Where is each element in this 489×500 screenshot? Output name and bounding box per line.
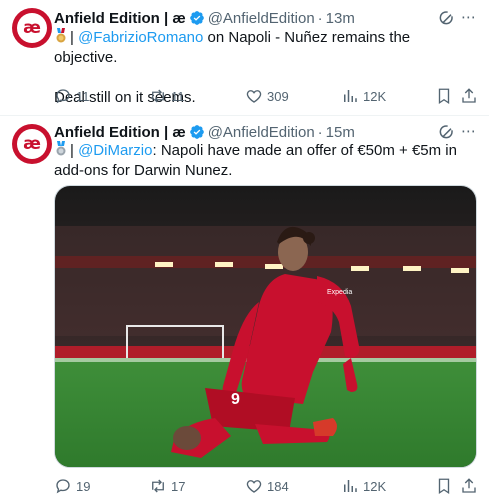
separator-dot: · [317,123,323,141]
anfield-edition-avatar-icon: æ [17,13,47,43]
bookmark-icon [438,478,450,495]
author-name[interactable]: Anfield Edition | æ [54,124,186,141]
tweet-1[interactable]: æ Anfield Edition | æ @AnfieldEdition · … [0,0,489,118]
verified-badge-icon [189,125,204,139]
grok-icon[interactable] [436,8,456,28]
verified-badge-icon [189,11,204,25]
grok-icon[interactable] [436,122,456,142]
more-options-icon[interactable]: ⋯ [459,122,479,142]
share-button[interactable] [460,476,478,496]
views-chart-icon [344,480,357,492]
avatar[interactable]: æ [12,8,52,48]
bookmark-icon [438,88,450,105]
reply-count: 19 [76,478,91,494]
share-button[interactable] [460,86,478,106]
repost-button[interactable]: 11 [149,86,185,106]
silver-medal-emoji-icon [56,141,66,156]
reply-button[interactable]: 19 [54,476,90,496]
avatar[interactable]: æ [12,124,52,164]
timestamp[interactable]: 13m [326,10,355,27]
like-button[interactable]: 309 [245,86,289,106]
jersey-sponsor: Expedia [327,289,352,296]
author-name[interactable]: Anfield Edition | æ [54,10,186,27]
reply-button[interactable]: 11 [54,86,90,106]
text-prefix: | [70,142,79,159]
repost-button[interactable]: 17 [149,476,185,496]
photo-image: 9 Expedia [55,186,476,467]
views-button[interactable]: 12K [341,86,386,106]
bookmark-button[interactable] [435,86,453,106]
like-button[interactable]: 184 [245,476,289,496]
share-icon [462,478,476,493]
tweet-text: | @DiMarzio: Napoli have made an offer o… [54,141,476,181]
tweet-header: Anfield Edition | æ @AnfieldEdition · 13… [54,8,355,28]
reply-icon [56,89,70,104]
repost-count: 11 [171,88,185,104]
views-chart-icon [344,90,357,102]
author-handle[interactable]: @AnfieldEdition [208,124,315,141]
action-bar: 11 11 309 12K [54,86,479,106]
text-prefix: | [70,29,79,46]
reply-count: 11 [76,88,90,104]
tweet-media-photo[interactable]: 9 Expedia [54,185,477,468]
bookmark-button[interactable] [435,476,453,496]
medal-emoji-icon [56,28,66,43]
reply-icon [56,479,70,494]
separator-dot: · [317,9,323,27]
share-icon [462,88,476,103]
mention-link[interactable]: @FabrizioRomano [78,29,203,46]
action-bar: 19 17 184 12K [54,476,479,496]
author-handle[interactable]: @AnfieldEdition [208,10,315,27]
heart-icon [246,480,262,493]
timestamp[interactable]: 15m [326,124,355,141]
views-count: 12K [363,88,387,104]
tweet-text-line-1: | @FabrizioRomano on Napoli - Nuñez rema… [54,28,476,68]
repost-icon [152,89,164,103]
repost-icon [152,479,164,493]
views-button[interactable]: 12K [341,476,386,496]
jersey-number: 9 [231,391,240,408]
mention-link[interactable]: @DiMarzio [78,142,152,159]
repost-count: 17 [171,478,186,494]
more-options-icon[interactable]: ⋯ [459,8,479,28]
heart-icon [246,90,262,103]
like-count: 184 [267,478,289,494]
anfield-edition-avatar-icon: æ [17,129,47,159]
like-count: 309 [267,88,289,104]
views-count: 12K [363,478,387,494]
tweet-header: Anfield Edition | æ @AnfieldEdition · 15… [54,122,355,142]
